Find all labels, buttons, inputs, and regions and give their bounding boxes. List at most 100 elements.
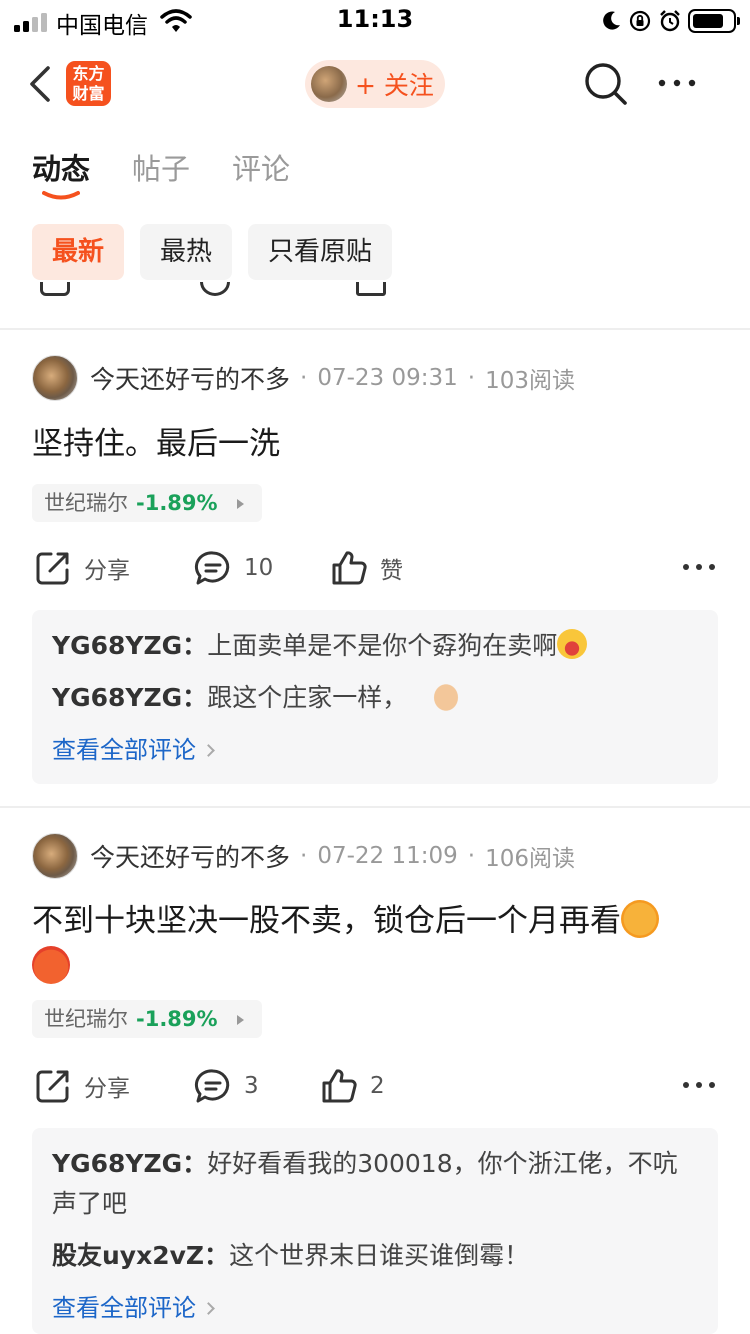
comment-text: 上面卖单是不是你个孬狗在卖啊 [207, 631, 558, 660]
comment-item[interactable]: YG68YZG：好好看看我的300018，你个浙江佬，不吭声了吧 [52, 1144, 698, 1224]
post-body-text: 不到十块坚决一股不卖，锁仓后一个月再看 [32, 903, 621, 939]
comment-item[interactable]: YG68YZG：跟这个庄家一样， [52, 678, 698, 718]
post-time: 07-22 11:09 [317, 843, 458, 869]
more-dots-icon[interactable] [682, 1078, 716, 1092]
stock-tag[interactable]: 世纪瑞尔 -1.89% [32, 484, 262, 522]
share-button[interactable]: 分享 [34, 1064, 130, 1108]
comment-item[interactable]: 股友uyx2vZ：这个世界末日谁买谁倒霉！ [52, 1236, 698, 1276]
post-time: 07-23 09:31 [317, 365, 458, 391]
comment-icon [194, 1069, 230, 1103]
meta-separator: · [300, 843, 308, 869]
comment-button[interactable]: 3 [194, 1064, 259, 1108]
comment-count: 3 [244, 1073, 259, 1099]
user-avatar [311, 66, 347, 102]
comment-text: 跟这个庄家一样， [207, 683, 408, 712]
tab-posts[interactable]: 帖子 [132, 146, 190, 206]
active-tab-indicator [42, 191, 80, 200]
filter-bar: 最新 最热 只看原贴 [32, 224, 393, 280]
share-label: 分享 [84, 558, 130, 584]
comment-item[interactable]: YG68YZG：上面卖单是不是你个孬狗在卖啊 [52, 626, 698, 666]
comment-separator: ： [182, 1149, 208, 1178]
stock-name: 世纪瑞尔 [44, 1007, 128, 1031]
view-all-label: 查看全部评论 [52, 1294, 196, 1322]
stock-tag[interactable]: 世纪瑞尔 -1.89% [32, 1000, 262, 1038]
view-all-comments-link[interactable]: 查看全部评论 [52, 730, 698, 770]
battery-icon [688, 9, 740, 33]
search-icon[interactable] [582, 60, 630, 108]
caret-right-icon [236, 1015, 244, 1025]
previous-post-actions-cutoff [0, 282, 750, 300]
caret-right-icon [236, 499, 244, 509]
logo-line-2: 财富 [72, 84, 105, 103]
thumbs-up-icon [322, 1069, 357, 1103]
post-actions: 分享 3 2 [0, 1064, 750, 1108]
comment-count: 10 [244, 555, 274, 581]
chevron-right-icon [202, 743, 215, 757]
follow-button[interactable]: + 关注 [305, 60, 445, 108]
status-bar: 中国电信 11:13 [0, 0, 750, 44]
angry-emoji-icon [32, 946, 70, 984]
like-icon [356, 282, 386, 296]
post-header: 今天还好亏的不多 · 07-23 09:31 · 103阅读 [32, 354, 575, 402]
post-card[interactable]: 今天还好亏的不多 · 07-23 09:31 · 103阅读 坚持住。最后一洗 … [0, 354, 750, 794]
status-indicators [600, 7, 740, 35]
share-icon [36, 1070, 69, 1103]
comment-text: 这个世界末日谁买谁倒霉！ [229, 1241, 530, 1270]
moon-icon [603, 11, 620, 30]
post-divider [0, 806, 750, 808]
blush-emoji-icon [621, 900, 659, 938]
comment-preview-box: YG68YZG：上面卖单是不是你个孬狗在卖啊 YG68YZG：跟这个庄家一样， … [32, 610, 718, 784]
orientation-lock-icon [629, 10, 651, 32]
share-button[interactable]: 分享 [34, 546, 130, 590]
commenter-name[interactable]: 股友uyx2vZ [52, 1241, 204, 1270]
read-count: 103阅读 [485, 368, 575, 394]
post-header: 今天还好亏的不多 · 07-22 11:09 · 106阅读 [32, 832, 575, 880]
author-name[interactable]: 今天还好亏的不多 [90, 838, 290, 874]
meta-separator: · [467, 843, 476, 869]
view-all-comments-link[interactable]: 查看全部评论 [52, 1288, 698, 1328]
comment-preview-box: YG68YZG：好好看看我的300018，你个浙江佬，不吭声了吧 股友uyx2v… [32, 1128, 718, 1334]
like-count: 2 [370, 1073, 385, 1099]
stock-change: -1.89% [136, 1007, 218, 1031]
stock-name: 世纪瑞尔 [44, 491, 128, 515]
comment-button[interactable]: 10 [194, 546, 273, 590]
share-icon [36, 552, 69, 585]
stock-change: -1.89% [136, 491, 218, 515]
comment-separator: ： [182, 631, 208, 660]
meta-separator: · [300, 365, 308, 391]
logo-line-1: 东方 [72, 64, 105, 83]
back-arrow-icon[interactable] [22, 62, 62, 106]
view-all-label: 查看全部评论 [52, 736, 196, 764]
share-label: 分享 [84, 1076, 130, 1102]
post-card[interactable]: 今天还好亏的不多 · 07-22 11:09 · 106阅读 不到十块坚决一股不… [0, 832, 750, 1334]
like-button[interactable]: 2 [320, 1064, 385, 1108]
commenter-name[interactable]: YG68YZG [52, 631, 182, 660]
app-logo: 东方 财富 [66, 61, 111, 106]
author-avatar[interactable] [32, 355, 78, 401]
commenter-name[interactable]: YG68YZG [52, 1149, 182, 1178]
post-body[interactable]: 不到十块坚决一股不卖，锁仓后一个月再看 [32, 898, 722, 990]
comment-separator: ： [182, 683, 208, 712]
filter-latest[interactable]: 最新 [32, 224, 125, 280]
post-actions: 分享 10 赞 [0, 546, 750, 590]
like-button[interactable]: 赞 [330, 546, 403, 590]
tab-comments[interactable]: 评论 [232, 146, 290, 206]
post-divider [0, 328, 750, 330]
author-avatar[interactable] [32, 833, 78, 879]
filter-original-only[interactable]: 只看原贴 [248, 224, 393, 280]
follow-label: + 关注 [355, 71, 434, 100]
read-count: 106阅读 [485, 846, 575, 872]
share-icon [40, 282, 70, 296]
post-body[interactable]: 坚持住。最后一洗 [32, 420, 722, 468]
chevron-right-icon [202, 1301, 215, 1315]
meta-separator: · [467, 365, 476, 391]
author-name[interactable]: 今天还好亏的不多 [90, 360, 290, 396]
commenter-name[interactable]: YG68YZG [52, 683, 182, 712]
thumbs-up-icon [332, 551, 367, 585]
thumbs-up-emoji-icon [431, 681, 462, 711]
filter-hottest[interactable]: 最热 [140, 224, 233, 280]
comment-icon [200, 282, 230, 296]
more-options-icon[interactable] [654, 68, 702, 98]
nav-bar: 东方 财富 + 关注 [0, 50, 750, 120]
more-dots-icon[interactable] [682, 560, 716, 574]
